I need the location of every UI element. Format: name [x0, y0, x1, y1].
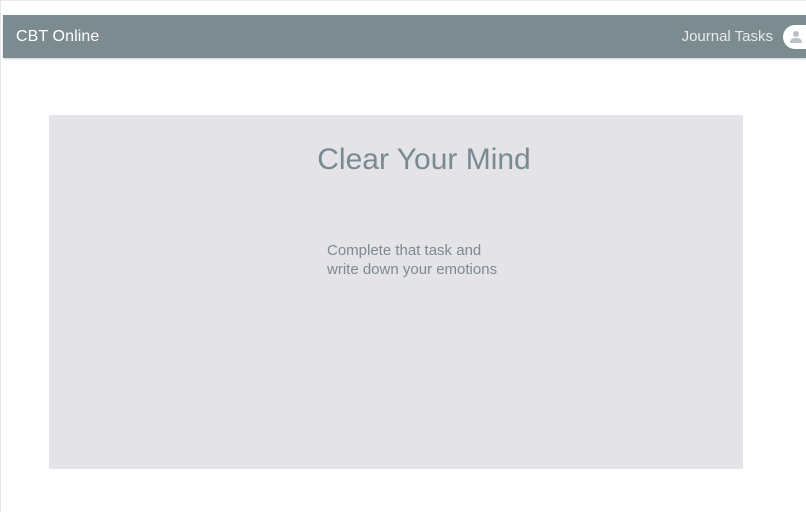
user-icon — [790, 30, 802, 43]
description-line-1: Complete that task and — [327, 242, 482, 259]
navbar: CBT Online Journal Tasks — [3, 15, 806, 58]
nav-link-journal-tasks[interactable]: Journal Tasks — [682, 28, 773, 45]
page: CBT Online Journal Tasks Clear Your Mind… — [0, 0, 806, 512]
navbar-right: Journal Tasks — [682, 15, 806, 58]
brand-link[interactable]: CBT Online — [16, 15, 99, 58]
page-title: Clear Your Mind — [317, 143, 531, 176]
top-border — [1, 0, 806, 1]
user-avatar-button[interactable] — [783, 24, 806, 49]
task-description: Complete that task and write down your e… — [327, 241, 497, 279]
main-card: Clear Your Mind Complete that task and w… — [49, 115, 743, 469]
description-line-2: write down your emotions — [327, 261, 498, 278]
